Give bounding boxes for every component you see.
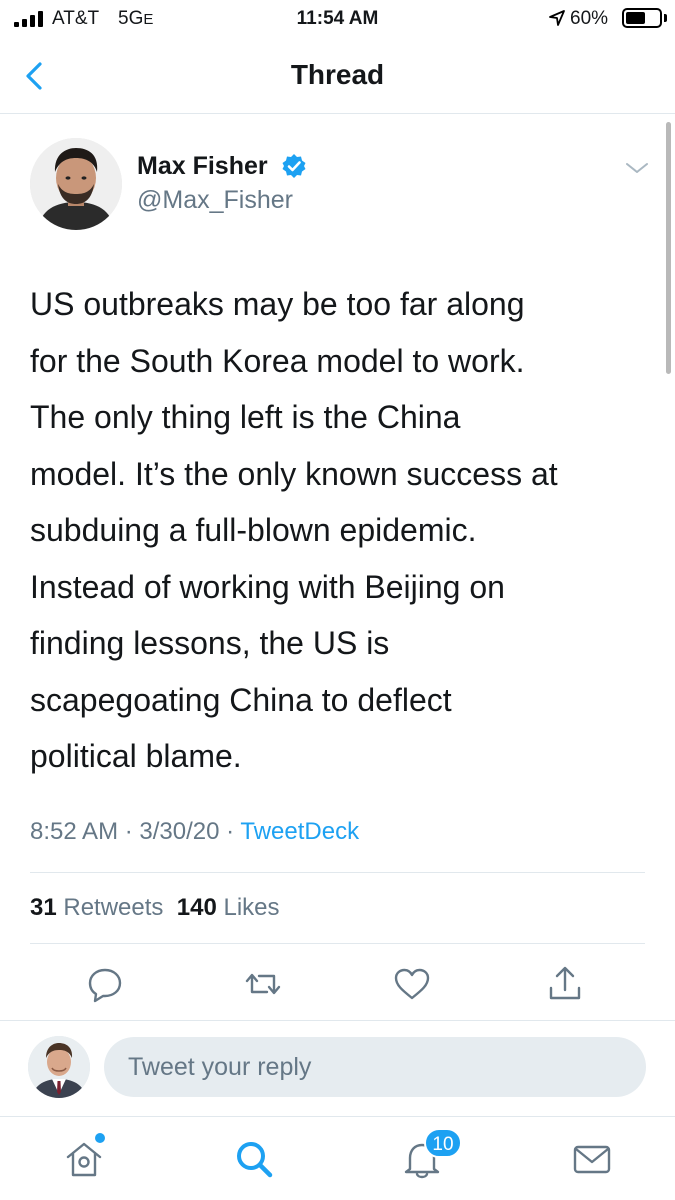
author-name[interactable]: Max Fisher <box>137 152 268 181</box>
tweet-text-line: finding lessons, the US is <box>30 625 390 661</box>
reply-input[interactable] <box>104 1037 646 1097</box>
scroll-indicator <box>666 122 671 374</box>
like-icon[interactable] <box>392 964 432 1004</box>
tweet-text-line: subduing a full-blown epidemic. <box>30 512 477 548</box>
battery-percentage: 60% <box>570 8 609 29</box>
messages-icon[interactable] <box>570 1137 614 1181</box>
author-handle[interactable]: @Max_Fisher <box>137 186 293 215</box>
tweet-text-line: political blame. <box>30 738 242 774</box>
retweet-icon[interactable] <box>243 964 283 1004</box>
page-title: Thread <box>290 59 385 90</box>
battery-icon <box>622 8 662 28</box>
likes-label: Likes <box>223 894 280 921</box>
tab-bar: 10 <box>0 1116 675 1200</box>
tweet-text-line: US outbreaks may be too far along <box>30 286 525 322</box>
retweets-count: 31 <box>30 894 57 921</box>
user-avatar-image <box>28 1036 90 1098</box>
battery-cap <box>664 14 667 22</box>
tweet-text-line: scapegoating China to deflect <box>30 681 452 718</box>
divider <box>30 872 645 873</box>
divider <box>30 943 645 944</box>
author-avatar[interactable] <box>30 138 122 230</box>
tweet-text-line: Instead of working with Beijing on <box>30 568 505 605</box>
tweet-text: US outbreaks may be too far along for the… <box>30 276 660 785</box>
tweet-meta: 8:52 AM · 3/30/20 · TweetDeck <box>30 818 360 845</box>
status-bar: AT&T 5GE 11:54 AM 60% <box>0 0 675 38</box>
search-icon[interactable] <box>232 1137 276 1181</box>
tweet-time: 8:52 AM <box>30 818 119 845</box>
tweet-text-line: model. It’s the only known success at <box>30 455 558 492</box>
home-icon[interactable] <box>62 1137 106 1181</box>
notifications-badge: 10 <box>424 1128 462 1158</box>
tweet-date: 3/30/20 <box>139 818 220 845</box>
tweet-text-line: for the South Korea model to work. <box>30 342 525 379</box>
verified-badge-icon <box>282 154 306 178</box>
reply-bar <box>0 1020 675 1116</box>
battery-level <box>626 12 645 24</box>
likes-stat[interactable]: 140 Likes <box>177 894 280 921</box>
tweet-stats: 31 Retweets 140 Likes <box>30 894 280 922</box>
location-arrow-icon <box>549 10 565 26</box>
tweet-text-line: The only thing left is the China <box>30 399 461 435</box>
reply-icon[interactable] <box>85 964 125 1004</box>
likes-count: 140 <box>176 894 217 921</box>
retweets-label: Retweets <box>63 894 164 921</box>
home-unread-dot <box>95 1133 105 1143</box>
chevron-down-icon[interactable] <box>624 158 650 178</box>
retweets-stat[interactable]: 31 Retweets <box>30 894 163 921</box>
author-avatar-image <box>30 138 122 230</box>
share-icon[interactable] <box>545 964 585 1004</box>
navigation-bar: Thread <box>0 38 675 114</box>
tweet-source-link[interactable]: TweetDeck <box>240 818 359 845</box>
user-avatar[interactable] <box>28 1036 90 1098</box>
